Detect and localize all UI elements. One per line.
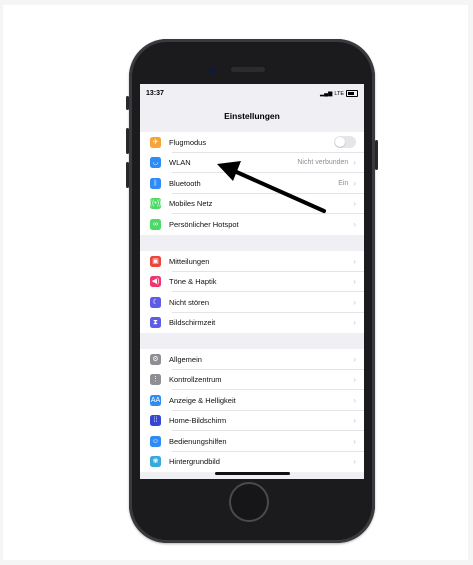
annotation-arrow bbox=[217, 161, 326, 213]
